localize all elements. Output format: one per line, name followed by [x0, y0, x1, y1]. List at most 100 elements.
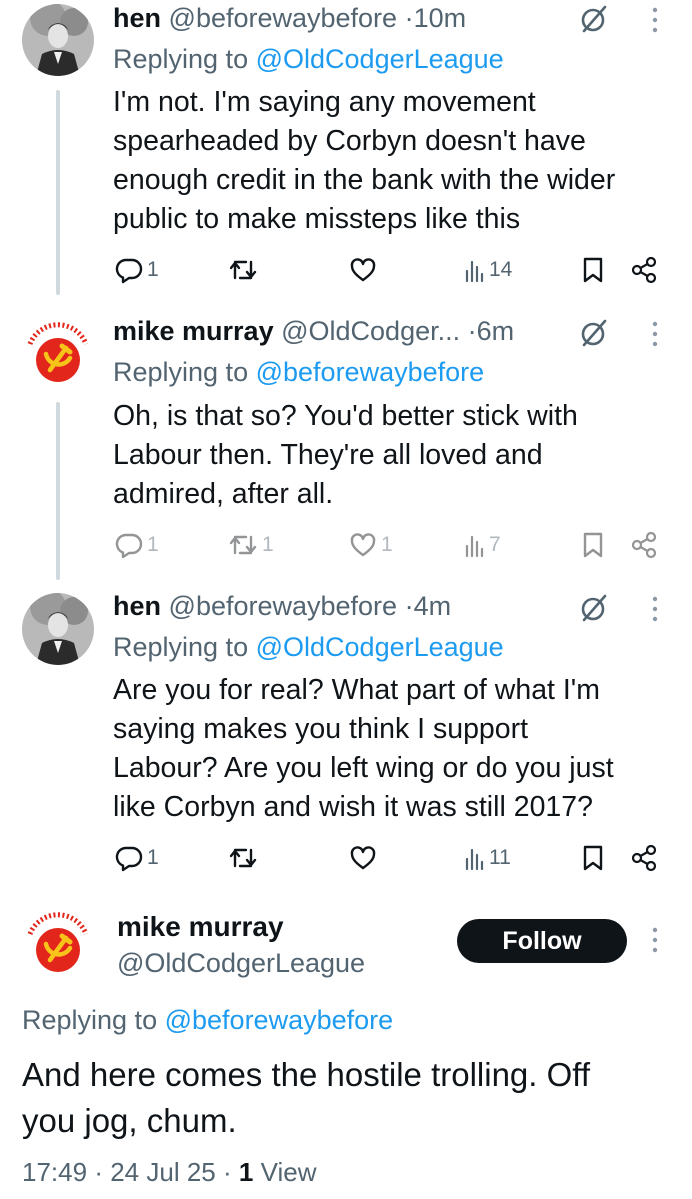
replying-to: Replying to @OldCodgerLeague [113, 629, 504, 665]
retweet-count: 1 [262, 533, 274, 556]
tweet-text-line: like Corbyn and wish it was still 2017? [113, 791, 593, 823]
replying-to-handle[interactable]: @OldCodgerLeague [256, 44, 504, 74]
like-count: 1 [381, 533, 393, 556]
share-button[interactable] [630, 530, 658, 560]
retweet-icon [229, 260, 257, 280]
author-name[interactable]: hen [113, 591, 161, 621]
tweet-text-line: And here comes the hostile trolling. Off [22, 1056, 591, 1093]
more-icon[interactable] [650, 924, 660, 958]
author-handle[interactable]: @OldCodger... [281, 316, 460, 346]
share-button[interactable] [630, 843, 658, 873]
like-button[interactable] [349, 843, 381, 873]
share-icon [631, 844, 657, 872]
tweet-text-line: admired, after all. [113, 478, 334, 510]
more-icon[interactable] [650, 318, 660, 352]
avatar[interactable] [22, 4, 94, 76]
reply-button[interactable]: 1 [115, 530, 159, 560]
author-handle[interactable]: @beforewaybefore [169, 3, 398, 33]
grok-icon[interactable] [579, 318, 609, 348]
tweet-text-line: saying makes you think I support [113, 713, 529, 745]
action-bar: 1 1 1 7 [0, 530, 692, 560]
bookmark-button[interactable] [582, 255, 604, 285]
timestamp[interactable]: 4m [414, 591, 452, 621]
timestamp[interactable]: 6m [477, 316, 515, 346]
separator-dot: · [94, 1157, 103, 1187]
author-name[interactable]: mike murray [117, 908, 284, 946]
post-time[interactable]: 17:49 [22, 1157, 87, 1187]
retweet-button[interactable] [228, 843, 262, 873]
reply-button[interactable]: 1 [115, 255, 159, 285]
more-icon[interactable] [650, 4, 660, 38]
replying-to-handle[interactable]: @beforewaybefore [256, 357, 485, 387]
share-icon [631, 531, 657, 559]
grok-icon[interactable] [579, 593, 609, 623]
views-count: 1 [238, 1157, 254, 1187]
like-icon [350, 258, 376, 282]
reply-tweet-3[interactable]: hen @beforewaybefore ·4m Replying to @Ol… [0, 588, 692, 878]
retweet-button[interactable] [228, 255, 262, 285]
bookmark-icon [583, 257, 603, 283]
replying-to: Replying to @beforewaybefore [22, 1001, 393, 1039]
views-count: 7 [489, 533, 501, 556]
bookmark-icon [583, 532, 603, 558]
share-button[interactable] [630, 255, 658, 285]
author-name[interactable]: mike murray [113, 316, 274, 346]
follow-button[interactable]: Follow [457, 919, 627, 963]
views-button[interactable]: 11 [465, 843, 511, 873]
reply-count: 1 [147, 846, 159, 869]
replying-prefix: Replying to [113, 44, 249, 74]
timestamp[interactable]: 10m [414, 3, 467, 33]
bookmark-button[interactable] [582, 843, 604, 873]
avatar[interactable] [22, 908, 94, 980]
retweet-button[interactable]: 1 [228, 530, 274, 560]
tweet-text-line: Labour then. They're all loved and [113, 439, 543, 471]
separator-dot: · [404, 3, 414, 33]
retweet-icon [229, 848, 257, 868]
author-handle[interactable]: @OldCodgerLeague [117, 944, 365, 982]
like-button[interactable] [349, 255, 381, 285]
replying-to: Replying to @beforewaybefore [113, 354, 484, 390]
tweet-header: mike murray @OldCodger... ·6m [113, 313, 514, 349]
reply-icon [115, 846, 143, 872]
like-icon [350, 533, 376, 557]
tweet-text: And here comes the hostile trolling. Off… [22, 1052, 682, 1144]
tweet-header: hen @beforewaybefore ·4m [113, 588, 451, 624]
replying-to-handle[interactable]: @OldCodgerLeague [256, 632, 504, 662]
author-name[interactable]: hen [113, 3, 161, 33]
bookmark-icon [583, 845, 603, 871]
replying-prefix: Replying to [113, 632, 249, 662]
tweet-text-line: public to make missteps like this [113, 203, 521, 235]
bookmark-button[interactable] [582, 530, 604, 560]
tweet-text-line: enough credit in the bank with the wider [113, 164, 616, 196]
reply-tweet-2[interactable]: mike murray @OldCodger... ·6m Replying t… [0, 310, 692, 580]
tweet-text-line: you jog, chum. [22, 1102, 237, 1139]
tweet-text-line: Oh, is that so? You'd better stick with [113, 400, 578, 432]
action-bar: 1 11 [0, 843, 692, 873]
views-count: 11 [489, 846, 511, 869]
replying-prefix: Replying to [22, 1005, 158, 1035]
tweet-text-line: I'm not. I'm saying any movement [113, 86, 536, 118]
separator-dot: · [467, 316, 477, 346]
share-icon [631, 256, 657, 284]
like-button[interactable]: 1 [349, 530, 393, 560]
views-icon [465, 535, 484, 558]
reply-icon [115, 258, 143, 284]
replying-to-handle[interactable]: @beforewaybefore [165, 1005, 394, 1035]
post-date[interactable]: 24 Jul 25 [110, 1157, 216, 1187]
separator-dot: · [404, 591, 414, 621]
like-icon [350, 846, 376, 870]
reply-icon [115, 533, 143, 559]
avatar[interactable] [22, 593, 94, 665]
tweet-text: Oh, is that so? You'd better stick with … [113, 397, 673, 514]
avatar[interactable] [22, 318, 94, 390]
tweet-text-line: Labour? Are you left wing or do you just [113, 752, 614, 784]
more-icon[interactable] [650, 593, 660, 627]
tweet-text-line: Are you for real? What part of what I'm [113, 674, 600, 706]
views-button[interactable]: 14 [465, 255, 512, 285]
tweet-text-line: spearheaded by Corbyn doesn't have [113, 125, 586, 157]
views-button[interactable]: 7 [465, 530, 501, 560]
grok-icon[interactable] [579, 4, 609, 34]
reply-button[interactable]: 1 [115, 843, 159, 873]
reply-tweet-1[interactable]: hen @beforewaybefore ·10m Replying to @O… [0, 0, 692, 300]
author-handle[interactable]: @beforewaybefore [169, 591, 398, 621]
